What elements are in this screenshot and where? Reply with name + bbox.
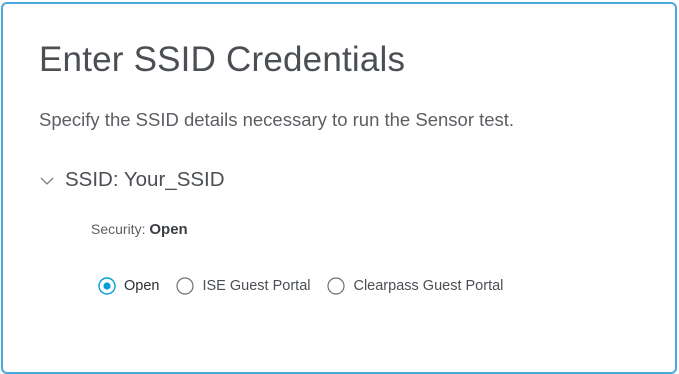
radio-ise-guest-portal[interactable]: ISE Guest Portal [176,277,310,295]
security-label: Security: [91,221,146,237]
ssid-section-toggle[interactable]: SSID: Your_SSID [39,168,225,192]
radio-open-label: Open [124,278,160,294]
radio-unselected-icon[interactable] [327,277,346,295]
radio-open[interactable]: Open [98,277,159,295]
ssid-header-label: SSID: Your_SSID [65,168,225,191]
security-value: Open [149,221,188,238]
radio-selected-icon[interactable] [98,277,116,295]
dialog-panel: Enter SSID Credentials Specify the SSID … [1,2,677,374]
radio-clearpass-guest-portal[interactable]: Clearpass Guest Portal [327,277,503,295]
chevron-down-icon [40,177,54,185]
security-info: Security: Open [91,221,188,238]
dialog-description: Specify the SSID details necessary to ru… [39,109,515,130]
dialog-title: Enter SSID Credentials [39,40,406,79]
auth-radio-group: Open ISE Guest Portal Clearpass Guest Po… [98,277,520,295]
radio-ise-guest-portal-label: ISE Guest Portal [202,278,311,294]
radio-clearpass-guest-portal-label: Clearpass Guest Portal [353,278,504,294]
radio-unselected-icon[interactable] [176,277,195,295]
